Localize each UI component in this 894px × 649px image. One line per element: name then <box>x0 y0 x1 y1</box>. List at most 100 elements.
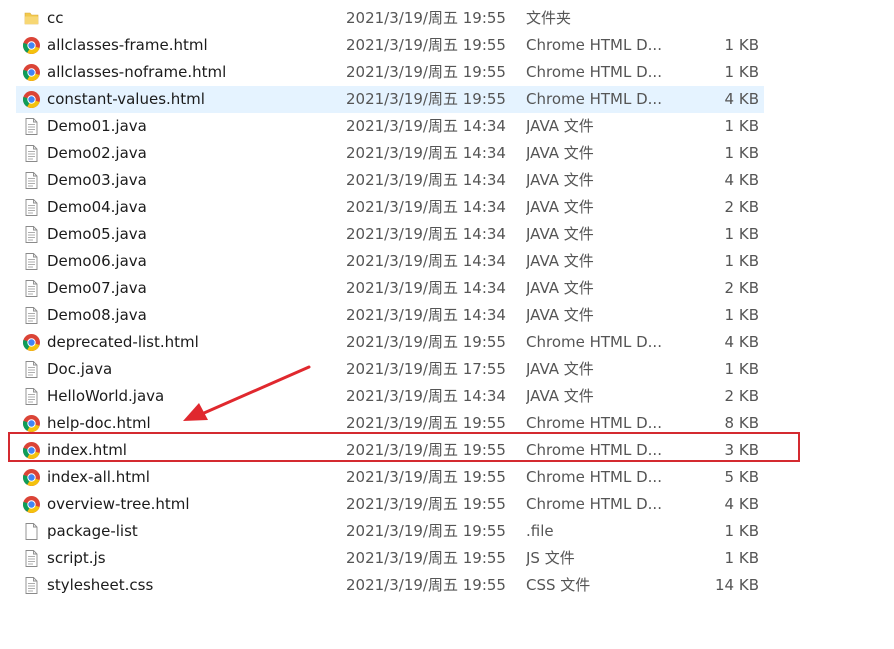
file-size: 2 KB <box>724 387 759 405</box>
file-size: 2 KB <box>724 198 759 216</box>
file-type: Chrome HTML D... <box>526 90 662 108</box>
file-size: 1 KB <box>724 225 759 243</box>
file-date-modified: 2021/3/19/周五 19:55 <box>346 441 506 459</box>
file-name: Demo07.java <box>47 279 147 297</box>
file-date-modified: 2021/3/19/周五 14:34 <box>346 171 506 189</box>
file-row[interactable]: Demo03.java 2021/3/19/周五 14:34 JAVA 文件 4 KB <box>16 167 764 194</box>
file-size: 1 KB <box>724 522 759 540</box>
file-size: 4 KB <box>724 90 759 108</box>
file-type: JAVA 文件 <box>526 171 594 189</box>
file-name: index.html <box>47 441 127 459</box>
text-file-icon <box>22 198 41 217</box>
file-row[interactable]: Demo02.java 2021/3/19/周五 14:34 JAVA 文件 1 KB <box>16 140 764 167</box>
file-type: Chrome HTML D... <box>526 495 662 513</box>
file-size: 1 KB <box>724 549 759 567</box>
file-size: 3 KB <box>724 441 759 459</box>
text-file-icon <box>22 387 41 406</box>
file-date-modified: 2021/3/19/周五 14:34 <box>346 279 506 297</box>
file-size: 5 KB <box>724 468 759 486</box>
file-size: 1 KB <box>724 252 759 270</box>
file-date-modified: 2021/3/19/周五 19:55 <box>346 522 506 540</box>
file-size: 1 KB <box>724 306 759 324</box>
text-file-icon <box>22 360 41 379</box>
file-row[interactable]: script.js 2021/3/19/周五 19:55 JS 文件 1 KB <box>16 545 764 572</box>
file-name: allclasses-frame.html <box>47 36 208 54</box>
file-date-modified: 2021/3/19/周五 19:55 <box>346 549 506 567</box>
file-row[interactable]: index.html 2021/3/19/周五 19:55 Chrome HTML … <box>16 437 764 464</box>
file-name: package-list <box>47 522 138 540</box>
file-type: Chrome HTML D... <box>526 333 662 351</box>
file-date-modified: 2021/3/19/周五 14:34 <box>346 144 506 162</box>
file-row[interactable]: allclasses-noframe.html 2021/3/19/周五 19:5… <box>16 59 764 86</box>
text-file-icon <box>22 279 41 298</box>
text-file-icon <box>22 306 41 325</box>
chrome-icon <box>22 468 41 487</box>
file-row[interactable]: Demo08.java 2021/3/19/周五 14:34 JAVA 文件 1 KB <box>16 302 764 329</box>
file-name: index-all.html <box>47 468 150 486</box>
file-row[interactable]: overview-tree.html 2021/3/19/周五 19:55 Chro… <box>16 491 764 518</box>
file-date-modified: 2021/3/19/周五 17:55 <box>346 360 506 378</box>
file-row[interactable]: index-all.html 2021/3/19/周五 19:55 Chrome H… <box>16 464 764 491</box>
file-name: Demo03.java <box>47 171 147 189</box>
text-file-icon <box>22 117 41 136</box>
file-row[interactable]: HelloWorld.java 2021/3/19/周五 14:34 JAVA 文件… <box>16 383 764 410</box>
file-size: 2 KB <box>724 279 759 297</box>
file-row[interactable]: allclasses-frame.html 2021/3/19/周五 19:55 C… <box>16 32 764 59</box>
file-type: Chrome HTML D... <box>526 441 662 459</box>
file-name: allclasses-noframe.html <box>47 63 227 81</box>
file-date-modified: 2021/3/19/周五 19:55 <box>346 468 506 486</box>
chrome-icon <box>22 90 41 109</box>
folder-icon <box>22 9 41 28</box>
file-row[interactable]: Demo01.java 2021/3/19/周五 14:34 JAVA 文件 1 KB <box>16 113 764 140</box>
chrome-icon <box>22 333 41 352</box>
file-type: JAVA 文件 <box>526 198 594 216</box>
file-size: 14 KB <box>715 576 759 594</box>
file-row[interactable]: Demo04.java 2021/3/19/周五 14:34 JAVA 文件 2 KB <box>16 194 764 221</box>
file-type: Chrome HTML D... <box>526 63 662 81</box>
file-size: 1 KB <box>724 36 759 54</box>
blank-file-icon <box>22 522 41 541</box>
file-type: Chrome HTML D... <box>526 468 662 486</box>
file-name: constant-values.html <box>47 90 205 108</box>
text-file-icon <box>22 252 41 271</box>
text-file-icon <box>22 171 41 190</box>
file-row[interactable]: deprecated-list.html 2021/3/19/周五 19:55 Ch… <box>16 329 764 356</box>
file-name: Demo05.java <box>47 225 147 243</box>
file-size: 1 KB <box>724 117 759 135</box>
file-date-modified: 2021/3/19/周五 19:55 <box>346 9 506 27</box>
file-name: Demo06.java <box>47 252 147 270</box>
file-name: deprecated-list.html <box>47 333 199 351</box>
text-file-icon <box>22 549 41 568</box>
file-name: cc <box>47 9 64 27</box>
file-size: 1 KB <box>724 144 759 162</box>
file-name: stylesheet.css <box>47 576 154 594</box>
file-row[interactable]: package-list 2021/3/19/周五 19:55 .file 1 KB <box>16 518 764 545</box>
file-size: 4 KB <box>724 171 759 189</box>
chrome-icon <box>22 441 41 460</box>
file-type: JS 文件 <box>526 549 575 567</box>
file-type: Chrome HTML D... <box>526 414 662 432</box>
file-name: HelloWorld.java <box>47 387 165 405</box>
file-row[interactable]: Demo05.java 2021/3/19/周五 14:34 JAVA 文件 1 KB <box>16 221 764 248</box>
file-type: Chrome HTML D... <box>526 36 662 54</box>
file-row[interactable]: Doc.java 2021/3/19/周五 17:55 JAVA 文件 1 KB <box>16 356 764 383</box>
file-name: script.js <box>47 549 106 567</box>
file-row[interactable]: Demo06.java 2021/3/19/周五 14:34 JAVA 文件 1 KB <box>16 248 764 275</box>
file-type: JAVA 文件 <box>526 252 594 270</box>
file-row[interactable]: Demo07.java 2021/3/19/周五 14:34 JAVA 文件 2 KB <box>16 275 764 302</box>
file-size: 1 KB <box>724 63 759 81</box>
file-row[interactable]: stylesheet.css 2021/3/19/周五 19:55 CSS 文件 14… <box>16 572 764 599</box>
file-type: .file <box>526 522 554 540</box>
file-size: 1 KB <box>724 360 759 378</box>
file-row[interactable]: cc 2021/3/19/周五 19:55 文件夹 <box>16 5 764 32</box>
chrome-icon <box>22 495 41 514</box>
file-type: JAVA 文件 <box>526 117 594 135</box>
file-name: Demo02.java <box>47 144 147 162</box>
file-row[interactable]: help-doc.html 2021/3/19/周五 19:55 Chrome HT… <box>16 410 764 437</box>
file-row[interactable]: constant-values.html 2021/3/19/周五 19:55 Ch… <box>16 86 764 113</box>
file-date-modified: 2021/3/19/周五 19:55 <box>346 90 506 108</box>
file-type: JAVA 文件 <box>526 306 594 324</box>
chrome-icon <box>22 36 41 55</box>
chrome-icon <box>22 414 41 433</box>
file-date-modified: 2021/3/19/周五 14:34 <box>346 387 506 405</box>
